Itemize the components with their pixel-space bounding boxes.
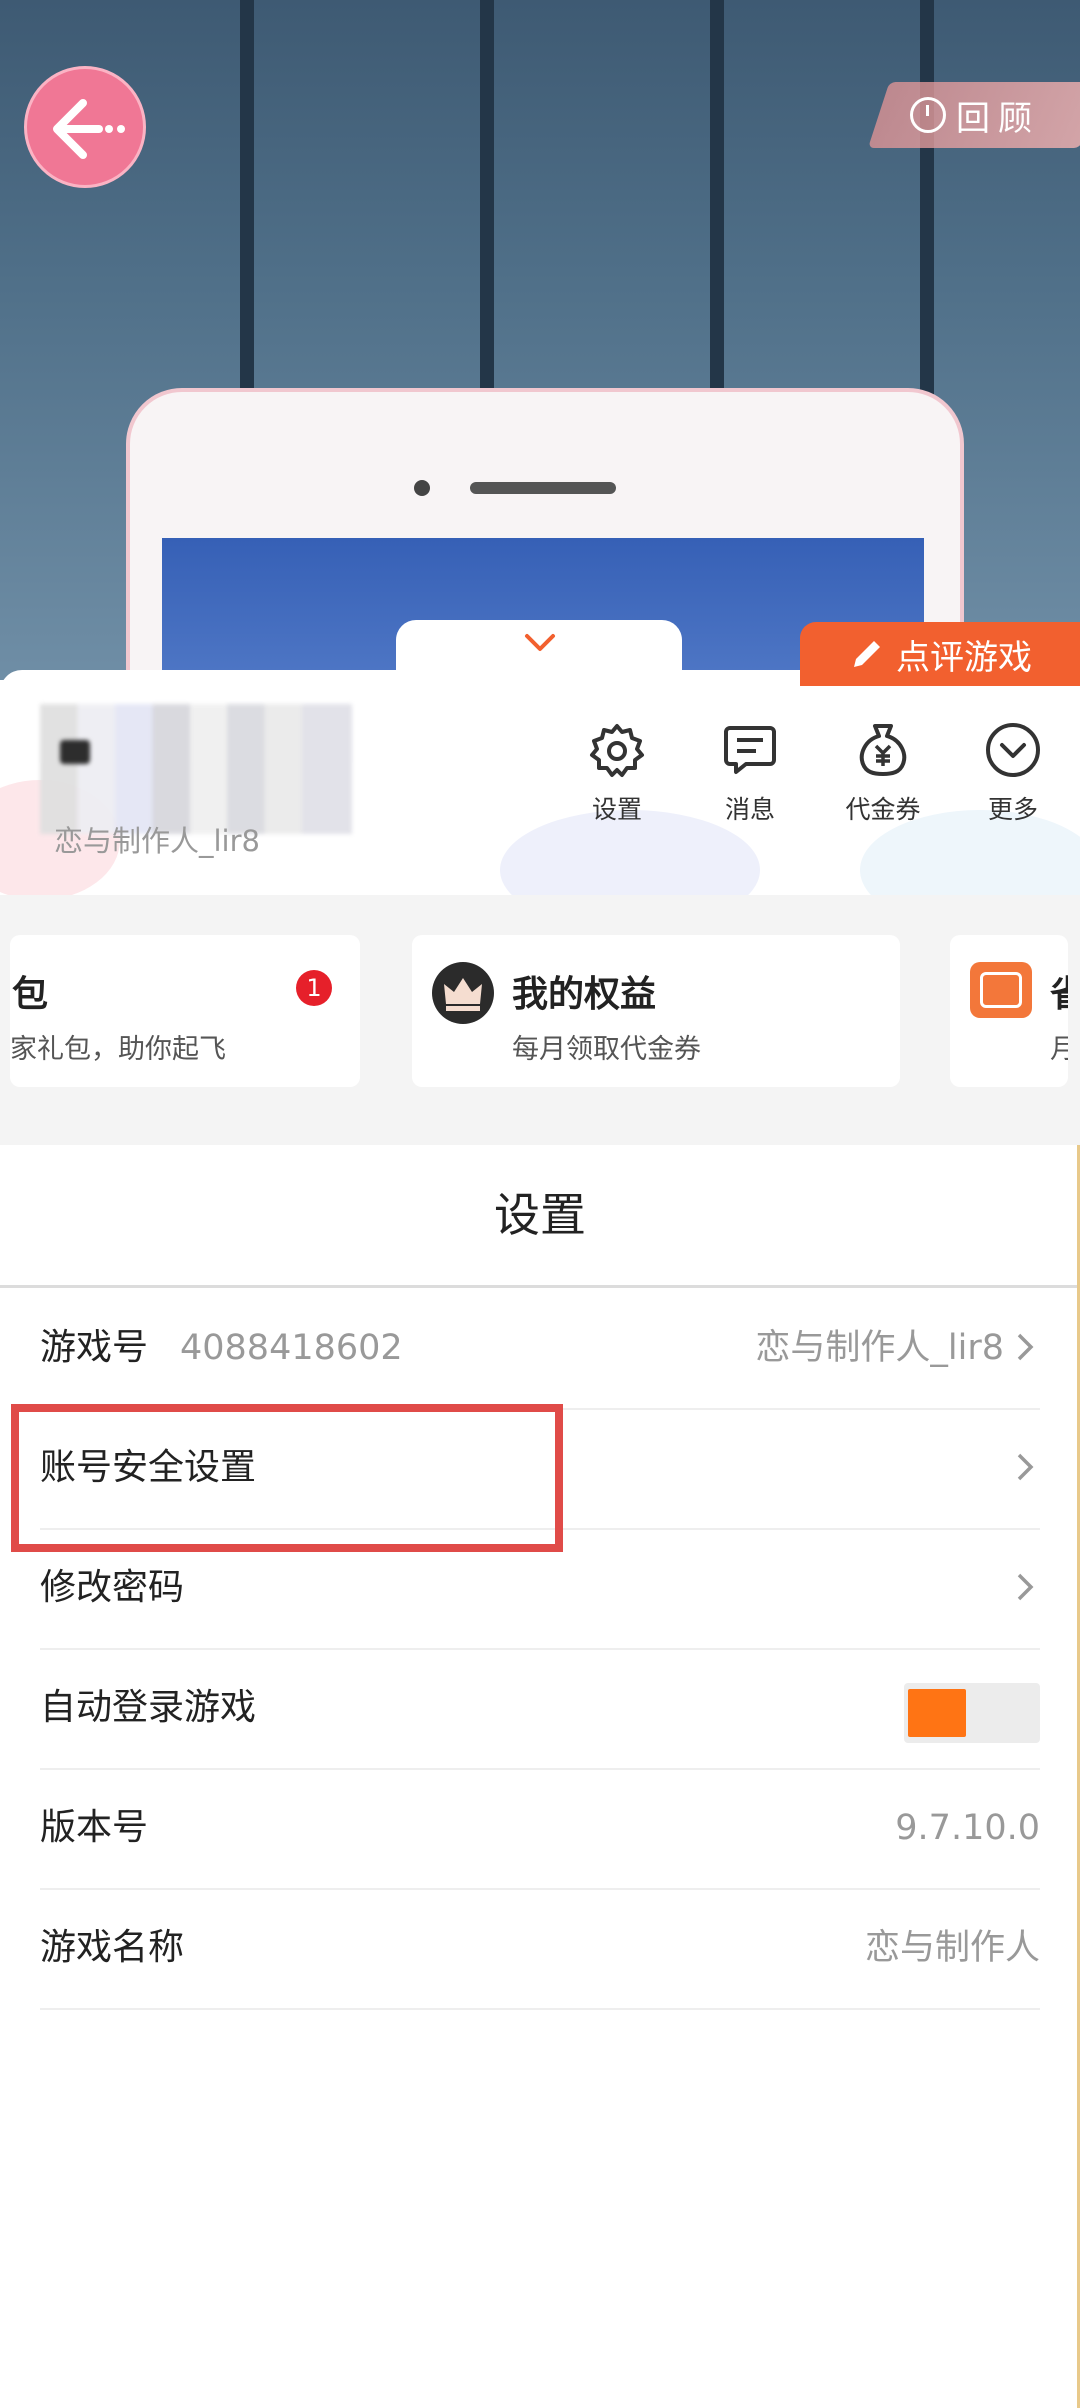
card-subtitle: 每月领取代金券 [512, 1034, 701, 1065]
gift-pack-card[interactable]: 包 家礼包，助你起飞 [10, 935, 360, 1087]
quick-action-label: 代金券 [845, 795, 921, 824]
coupon-bag-icon [859, 724, 907, 776]
notification-badge: 1 [296, 970, 332, 1006]
gear-icon [590, 724, 644, 777]
settings-row-game-id[interactable]: 游戏号 4088418602 恋与制作人_lir8 [40, 1288, 1040, 1410]
row-label: 自动登录游戏 [40, 1687, 257, 1728]
back-arrow-icon [53, 99, 125, 159]
card-subtitle: 月 [1050, 1034, 1068, 1065]
crown-icon [432, 962, 494, 1024]
row-label: 版本号 [40, 1807, 149, 1848]
quick-action-label: 更多 [987, 795, 1038, 824]
card-title: 包 [12, 974, 49, 1015]
row-label: 游戏号 [40, 1327, 149, 1368]
chevron-circle-icon [986, 723, 1040, 777]
quick-action-more[interactable]: 更多 [968, 720, 1058, 826]
back-button[interactable] [24, 66, 146, 188]
account-name-value: 恋与制作人_lir8 [755, 1328, 1004, 1368]
chevron-down-icon[interactable] [524, 632, 556, 654]
settings-row-auto-login: 自动登录游戏 [40, 1648, 1040, 1770]
settings-title: 设置 [494, 1188, 586, 1242]
quick-action-coupons[interactable]: 代金券 [838, 720, 928, 826]
review-label: 回顾 [956, 98, 1040, 139]
collapse-handle[interactable] [396, 620, 682, 692]
card-title: 省 [1050, 965, 1068, 1017]
version-value: 9.7.10.0 [895, 1808, 1040, 1848]
toggle-knob [908, 1689, 966, 1737]
user-name: 恋与制作人_lir8 [54, 824, 260, 858]
chevron-right-icon [1017, 1573, 1034, 1601]
chevron-right-icon [1017, 1333, 1034, 1361]
settings-sheet: 设置 游戏号 4088418602 恋与制作人_lir8 账号安全设置 修改密码… [0, 1145, 1080, 2408]
quick-action-messages[interactable]: 消息 [705, 720, 795, 826]
settings-row-game-name: 游戏名称 恋与制作人 [40, 1888, 1040, 2010]
game-id-value: 4088418602 [180, 1328, 403, 1368]
review-game-label: 点评游戏 [896, 637, 1032, 678]
card-subtitle: 家礼包，助你起飞 [10, 1034, 226, 1065]
quick-action-settings[interactable]: 设置 [572, 720, 662, 826]
clock-icon [910, 97, 946, 133]
review-game-button[interactable]: 点评游戏 [800, 622, 1080, 686]
auto-login-toggle[interactable] [904, 1683, 1040, 1743]
game-name-value: 恋与制作人 [864, 1928, 1040, 1968]
pencil-icon [854, 641, 880, 667]
row-label: 游戏名称 [40, 1927, 185, 1968]
avatar[interactable] [40, 704, 352, 834]
review-button[interactable]: 回顾 [910, 82, 1040, 148]
profile-panel: 恋与制作人_lir8 设置 消息 代金券 更多 [0, 670, 1080, 895]
message-icon [724, 726, 776, 774]
quick-action-label: 设置 [591, 795, 642, 824]
coupon-icon [970, 962, 1032, 1018]
settings-row-version: 版本号 9.7.10.0 [40, 1768, 1040, 1890]
chevron-right-icon [1017, 1453, 1034, 1481]
card-title: 我的权益 [512, 974, 657, 1015]
highlight-box [11, 1404, 563, 1552]
quick-action-label: 消息 [724, 795, 775, 824]
